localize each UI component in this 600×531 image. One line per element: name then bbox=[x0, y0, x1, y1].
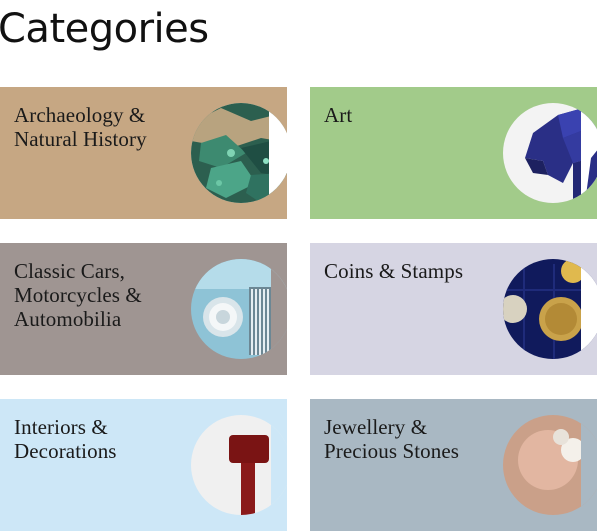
category-label-line: Classic Cars, bbox=[14, 259, 125, 283]
category-label-line: Natural History bbox=[14, 127, 147, 151]
category-label-line: Archaeology & bbox=[14, 103, 146, 127]
category-label: Jewellery & Precious Stones bbox=[324, 415, 494, 463]
category-card-art[interactable]: Art bbox=[310, 87, 597, 219]
mineral-crystal-icon bbox=[191, 103, 287, 203]
category-label-line: Interiors & bbox=[14, 415, 108, 439]
jewellery-gems-icon bbox=[503, 415, 597, 515]
category-label-line: Art bbox=[324, 103, 353, 127]
category-label-line: Jewellery & bbox=[324, 415, 428, 439]
classic-car-headlight-icon bbox=[191, 259, 287, 359]
category-card-classic-cars[interactable]: Classic Cars, Motorcycles & Automobilia bbox=[0, 243, 287, 375]
lamp-decoration-icon bbox=[191, 415, 287, 515]
category-grid: Archaeology & Natural History Art Classi… bbox=[0, 0, 600, 531]
category-card-coins-stamps[interactable]: Coins & Stamps bbox=[310, 243, 597, 375]
category-card-interiors[interactable]: Interiors & Decorations bbox=[0, 399, 287, 531]
category-label-line: Coins & Stamps bbox=[324, 259, 464, 283]
category-label-line: Automobilia bbox=[14, 307, 122, 331]
gold-coins-icon bbox=[503, 259, 597, 359]
category-label-line: Precious Stones bbox=[324, 439, 460, 463]
category-label-line: Motorcycles & bbox=[14, 283, 142, 307]
sculpture-panther-icon bbox=[503, 103, 597, 203]
category-label: Coins & Stamps bbox=[324, 259, 494, 283]
category-label-line: Decorations bbox=[14, 439, 117, 463]
category-label: Art bbox=[324, 103, 494, 127]
category-label: Classic Cars, Motorcycles & Automobilia bbox=[14, 259, 184, 331]
category-card-archaeology[interactable]: Archaeology & Natural History bbox=[0, 87, 287, 219]
category-card-jewellery[interactable]: Jewellery & Precious Stones bbox=[310, 399, 597, 531]
category-label: Archaeology & Natural History bbox=[14, 103, 184, 151]
category-label: Interiors & Decorations bbox=[14, 415, 184, 463]
